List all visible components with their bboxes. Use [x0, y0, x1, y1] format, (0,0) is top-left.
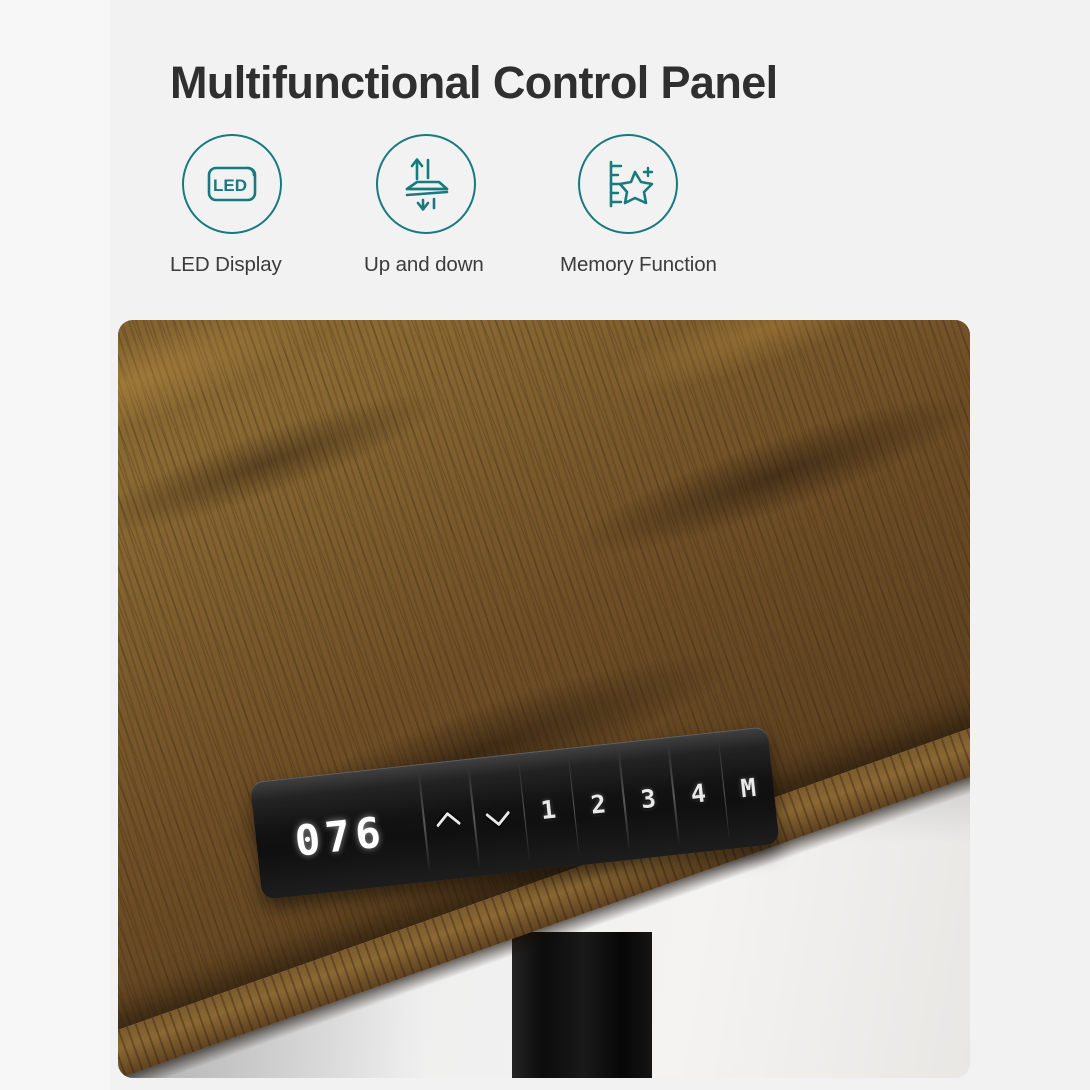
feature-item-led-display: LED LED Display: [168, 134, 358, 277]
up-down-arrows-icon: [376, 134, 476, 234]
feature-list: LED LED Display Up and down Memory Funct…: [168, 134, 768, 294]
feature-item-up-and-down: Up and down: [364, 134, 554, 277]
page-root: Multifunctional Control Panel LED LED Di…: [0, 0, 1090, 1090]
led-height-display: 076: [292, 806, 389, 866]
feature-label: Up and down: [364, 253, 484, 276]
feature-label: Memory Function: [560, 253, 717, 276]
ruler-star-icon: [578, 134, 678, 234]
feature-item-memory-function: Memory Function: [560, 134, 750, 277]
page-title: Multifunctional Control Panel: [170, 57, 778, 108]
product-photo: 076 1 2 3 4 M: [118, 320, 970, 1078]
feature-label: LED Display: [170, 253, 282, 276]
chevron-down-icon: [487, 808, 510, 822]
chevron-up-icon: [437, 813, 460, 827]
desk-leg: [512, 932, 652, 1078]
led-screen-icon: LED: [182, 134, 282, 234]
svg-text:LED: LED: [213, 176, 247, 195]
